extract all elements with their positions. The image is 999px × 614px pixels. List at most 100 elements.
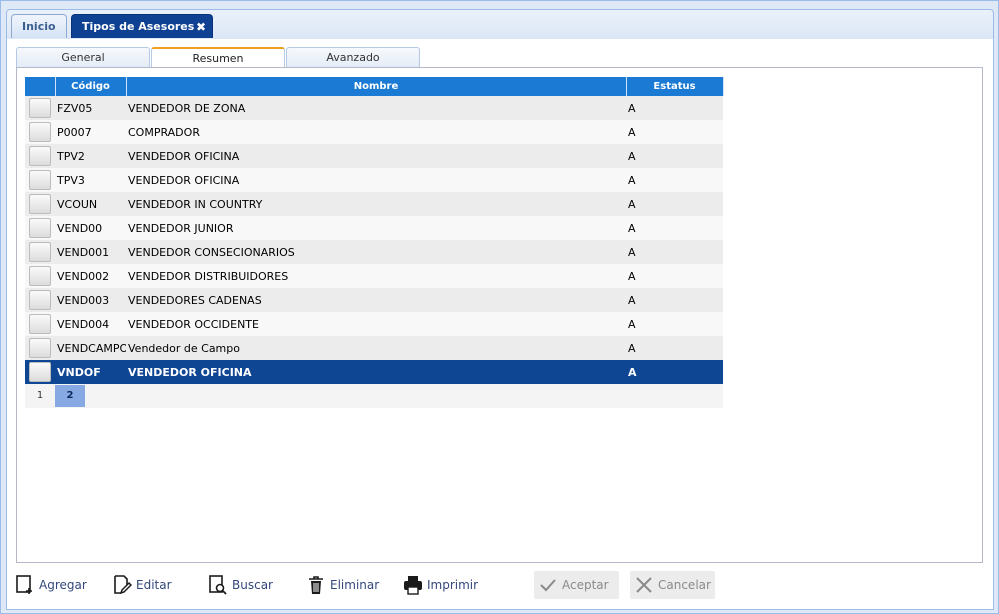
row-select-checkbox[interactable] (29, 242, 51, 262)
tab-tipos-de-asesores-label: Tipos de Asesores (82, 20, 195, 33)
cell-nombre: VENDEDOR DE ZONA (126, 96, 626, 120)
row-select-checkbox[interactable] (29, 122, 51, 142)
page-link-1[interactable]: 1 (25, 385, 55, 407)
print-button-label: Imprimir (427, 578, 479, 592)
window-frame: Inicio Tipos de Asesores ✖ General Resum… (0, 0, 999, 614)
cell-codigo: FZV05 (55, 96, 126, 120)
table-row[interactable]: TPV2 VENDEDOR OFICINA A (25, 144, 723, 168)
cell-codigo: P0007 (55, 120, 126, 144)
trash-icon (309, 576, 323, 594)
cell-estatus: A (626, 168, 723, 192)
cell-codigo: VENDCAMPO (55, 336, 126, 360)
column-header-codigo[interactable]: Código (55, 77, 127, 96)
cell-codigo: VNDOF (55, 360, 126, 384)
row-select-checkbox[interactable] (29, 290, 51, 310)
row-select-checkbox[interactable] (29, 266, 51, 286)
search-button[interactable]: Buscar (208, 571, 273, 599)
row-select-cell[interactable] (25, 144, 55, 168)
tab-inicio[interactable]: Inicio (11, 14, 67, 38)
select-column-header (25, 77, 56, 96)
column-header-nombre[interactable]: Nombre (126, 77, 627, 96)
table-row[interactable]: P0007 COMPRADOR A (25, 120, 723, 144)
search-button-label: Buscar (232, 578, 273, 592)
add-button[interactable]: Agregar (15, 571, 87, 599)
column-header-estatus[interactable]: Estatus (626, 77, 724, 96)
row-select-cell[interactable] (25, 192, 55, 216)
edit-document-icon (114, 575, 132, 595)
edit-button-label: Editar (136, 578, 172, 592)
page-link-2[interactable]: 2 (55, 385, 85, 407)
table-row[interactable]: VEND001 VENDEDOR CONSECIONARIOS A (25, 240, 723, 264)
checkmark-icon (540, 579, 556, 592)
cell-estatus: A (626, 216, 723, 240)
row-select-cell[interactable] (25, 264, 55, 288)
pager-row: 12 (25, 384, 723, 408)
cell-nombre: VENDEDOR JUNIOR (126, 216, 626, 240)
row-select-cell[interactable] (25, 240, 55, 264)
cell-nombre: VENDEDOR OFICINA (126, 360, 626, 384)
search-document-icon (209, 575, 227, 595)
cell-codigo: VCOUN (55, 192, 126, 216)
row-select-cell[interactable] (25, 120, 55, 144)
add-button-label: Agregar (39, 578, 87, 592)
row-select-cell[interactable] (25, 288, 55, 312)
table-row[interactable]: FZV05 VENDEDOR DE ZONA A (25, 96, 723, 120)
table-row[interactable]: VNDOF VENDEDOR OFICINA A (25, 360, 723, 384)
cell-estatus: A (626, 240, 723, 264)
row-select-cell[interactable] (25, 96, 55, 120)
row-select-checkbox[interactable] (29, 146, 51, 166)
accept-button[interactable]: Aceptar (534, 571, 619, 599)
accept-button-label: Aceptar (562, 578, 609, 592)
row-select-cell[interactable] (25, 336, 55, 360)
edit-button[interactable]: Editar (112, 571, 172, 599)
cell-codigo: VEND002 (55, 264, 126, 288)
cancel-button-label: Cancelar (658, 578, 711, 592)
cell-estatus: A (626, 192, 723, 216)
subtab-avanzado[interactable]: Avanzado (286, 47, 420, 67)
cancel-button[interactable]: Cancelar (630, 571, 715, 599)
table-row[interactable]: VEND00 VENDEDOR JUNIOR A (25, 216, 723, 240)
close-icon[interactable]: ✖ (196, 15, 206, 39)
tab-tipos-de-asesores[interactable]: Tipos de Asesores ✖ (71, 14, 213, 38)
delete-button[interactable]: Eliminar (306, 571, 379, 599)
cell-estatus: A (626, 312, 723, 336)
row-select-cell[interactable] (25, 216, 55, 240)
cell-nombre: VENDEDOR DISTRIBUIDORES (126, 264, 626, 288)
print-button[interactable]: Imprimir (403, 571, 478, 599)
row-select-cell[interactable] (25, 360, 55, 384)
row-select-checkbox[interactable] (29, 170, 51, 190)
cell-estatus: A (626, 288, 723, 312)
table-row[interactable]: VEND002 VENDEDOR DISTRIBUIDORES A (25, 264, 723, 288)
row-select-cell[interactable] (25, 312, 55, 336)
table-row[interactable]: VENDCAMPO Vendedor de Campo A (25, 336, 723, 360)
subtab-general[interactable]: General (16, 47, 150, 67)
table-row[interactable]: TPV3 VENDEDOR OFICINA A (25, 168, 723, 192)
row-select-checkbox[interactable] (29, 338, 51, 358)
cell-codigo: VEND00 (55, 216, 126, 240)
row-select-checkbox[interactable] (29, 98, 51, 118)
table-row[interactable]: VCOUN VENDEDOR IN COUNTRY A (25, 192, 723, 216)
grid-header-row: Código Nombre Estatus (25, 77, 724, 96)
cell-estatus: A (626, 120, 723, 144)
cell-estatus: A (626, 144, 723, 168)
printer-icon (404, 576, 422, 595)
cell-codigo: TPV3 (55, 168, 126, 192)
table-row[interactable]: VEND004 VENDEDOR OCCIDENTE A (25, 312, 723, 336)
cell-estatus: A (626, 96, 723, 120)
row-select-cell[interactable] (25, 168, 55, 192)
cell-estatus: A (626, 264, 723, 288)
subtab-resumen[interactable]: Resumen (151, 47, 285, 68)
delete-button-label: Eliminar (330, 578, 380, 592)
row-select-checkbox[interactable] (29, 362, 51, 382)
row-select-checkbox[interactable] (29, 314, 51, 334)
content-area: General Resumen Avanzado Código Nombre E… (6, 39, 994, 610)
cell-nombre: Vendedor de Campo (126, 336, 626, 360)
table-row[interactable]: VEND003 VENDEDORES CADENAS A (25, 288, 723, 312)
cell-nombre: VENDEDOR OCCIDENTE (126, 312, 626, 336)
cell-codigo: TPV2 (55, 144, 126, 168)
cell-nombre: VENDEDOR OFICINA (126, 144, 626, 168)
cell-codigo: VEND001 (55, 240, 126, 264)
row-select-checkbox[interactable] (29, 194, 51, 214)
row-select-checkbox[interactable] (29, 218, 51, 238)
grid-panel: Código Nombre Estatus FZV05 VENDEDOR DE Z… (16, 67, 983, 563)
